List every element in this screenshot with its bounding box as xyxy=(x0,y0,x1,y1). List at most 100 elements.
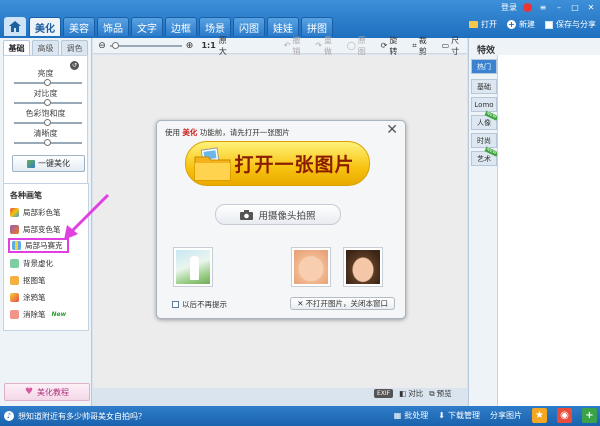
star-icon[interactable]: ★ xyxy=(532,408,547,423)
open-button[interactable]: 打开 xyxy=(469,19,497,30)
size-button[interactable]: ▭ 尺寸 xyxy=(442,35,467,57)
maximize-icon[interactable]: □ xyxy=(570,3,580,13)
pen-eraser[interactable]: 消除笔 New xyxy=(10,308,66,321)
exif-badge[interactable]: EXIF xyxy=(374,389,394,398)
tab-scene[interactable]: 场景 xyxy=(199,17,231,36)
add-icon[interactable]: + xyxy=(582,408,597,423)
magic-icon xyxy=(27,159,35,168)
wedding-photo xyxy=(176,250,210,284)
slider-knob[interactable] xyxy=(44,79,51,86)
share-image-button[interactable]: 分享图片 xyxy=(490,410,522,421)
girl-photo xyxy=(346,250,380,284)
close-without-opening-button[interactable]: ✕ 不打开图片，关闭本窗口 xyxy=(290,297,395,310)
subtab-basic[interactable]: 基础 xyxy=(3,40,30,55)
brightness-slider[interactable] xyxy=(14,79,82,86)
pen-doodle[interactable]: 涂鸦笔 xyxy=(10,291,46,304)
slider-knob[interactable] xyxy=(44,139,51,146)
home-button[interactable] xyxy=(4,17,26,36)
weibo-icon[interactable] xyxy=(523,3,532,12)
cutout-pen-icon xyxy=(10,276,19,285)
subtab-color[interactable]: 调色 xyxy=(61,40,88,55)
image-icon: ◯ xyxy=(346,41,356,50)
dont-show-again-option[interactable]: 以后不再提示 xyxy=(172,299,227,310)
tab-collage[interactable]: 拼图 xyxy=(301,17,333,36)
one-key-beautify-button[interactable]: 一键美化 xyxy=(12,155,85,172)
download-manager-button[interactable]: ⬇ 下载管理 xyxy=(438,410,480,421)
camera-button[interactable]: 用摄像头拍照 xyxy=(215,204,341,225)
recent-photo-thumbnail[interactable] xyxy=(291,247,331,287)
save-share-button[interactable]: 保存与分享 xyxy=(545,19,596,30)
brightness-label: 亮度 xyxy=(37,69,54,78)
open-image-button[interactable]: 打开一张图片 xyxy=(185,141,370,186)
camera-icon xyxy=(240,209,254,220)
tab-doll[interactable]: 娃娃 xyxy=(267,17,299,36)
tab-frame[interactable]: 边框 xyxy=(165,17,197,36)
undo-button[interactable]: ↶ 撤销 xyxy=(284,35,309,57)
effects-tab-art[interactable]: 艺术 NEW xyxy=(471,146,499,166)
contrast-slider[interactable] xyxy=(14,99,82,106)
eraser-pen-icon xyxy=(10,310,19,319)
original-image-button[interactable]: ◯ 原图 xyxy=(347,35,374,57)
slider-knob[interactable] xyxy=(44,99,51,106)
dialog-close-icon[interactable]: ✕ xyxy=(386,122,398,138)
sharpness-label: 清晰度 xyxy=(33,129,58,138)
tab-beautify[interactable]: 美化 xyxy=(29,17,61,36)
crop-button[interactable]: ⌗ 裁剪 xyxy=(412,35,434,57)
recent-photo-thumbnail[interactable] xyxy=(173,247,213,287)
speaker-icon: ♪ xyxy=(4,411,14,421)
saturation-slider[interactable] xyxy=(14,119,82,126)
zoom-out-icon[interactable]: ⊖ xyxy=(97,41,107,51)
tab-flash[interactable]: 闪图 xyxy=(233,17,265,36)
crop-icon: ⌗ xyxy=(412,40,417,50)
blur-pen-icon xyxy=(10,259,19,268)
compare-button[interactable]: ◧ 对比 xyxy=(399,388,423,399)
effects-tab-hot[interactable]: 热门 xyxy=(471,59,497,74)
original-size-button[interactable]: 原大 xyxy=(219,35,235,57)
promo-message[interactable]: ♪ 想知道附近有多少帅哥美女自拍吗？ xyxy=(4,411,146,422)
dont-show-checkbox[interactable] xyxy=(172,301,179,308)
zoom-slider[interactable] xyxy=(109,41,182,49)
recent-photo-thumbnail[interactable] xyxy=(343,247,383,287)
tab-text[interactable]: 文字 xyxy=(131,17,163,36)
effects-tab-lomo[interactable]: Lomo xyxy=(471,97,497,112)
recolor-pen-icon xyxy=(10,225,19,234)
close-icon[interactable]: ✕ xyxy=(586,3,596,13)
preview-button[interactable]: ⧉ 预览 xyxy=(429,388,451,399)
adjust-panel: ↺ 亮度 对比度 色彩饱和度 清晰度 一键美化 xyxy=(3,55,88,185)
resize-icon: ▭ xyxy=(441,41,450,50)
home-icon xyxy=(9,21,21,32)
effects-tab-fashion[interactable]: 时尚 xyxy=(471,133,497,148)
heart-icon: ♥ xyxy=(24,387,34,397)
login-link[interactable]: 登录 xyxy=(501,2,517,13)
sharpness-slider[interactable] xyxy=(14,139,82,146)
menu-icon[interactable]: ≡ xyxy=(538,3,548,13)
redo-button[interactable]: ↷ 重做 xyxy=(315,35,340,57)
pen-background-blur[interactable]: 背景虚化 xyxy=(10,257,53,270)
effects-tab-basic[interactable]: 基础 xyxy=(471,79,497,94)
effects-list xyxy=(497,55,600,406)
ratio-button[interactable]: 1:1 xyxy=(201,41,215,50)
pen-local-color[interactable]: 局部彩色笔 xyxy=(10,206,61,219)
status-bar: ♪ 想知道附近有多少帅哥美女自拍吗？ ▦ 批处理 ⬇ 下载管理 分享图片 ★ ◉ + xyxy=(0,406,600,426)
minimize-icon[interactable]: – xyxy=(554,3,564,13)
rotate-button[interactable]: ⟳ 旋转 xyxy=(381,35,406,57)
weibo-icon[interactable]: ◉ xyxy=(557,408,572,423)
subtab-advanced[interactable]: 高级 xyxy=(32,40,59,55)
zoom-in-icon[interactable]: ⊕ xyxy=(185,41,195,51)
pen-local-recolor[interactable]: 局部变色笔 xyxy=(10,223,61,236)
canvas-footer: EXIF ◧ 对比 ⧉ 预览 xyxy=(374,388,452,399)
baby-photo xyxy=(294,250,328,284)
batch-process-button[interactable]: ▦ 批处理 xyxy=(394,410,429,421)
slider-knob[interactable] xyxy=(44,119,51,126)
tab-accessories[interactable]: 饰品 xyxy=(97,17,129,36)
zoom-knob[interactable] xyxy=(111,41,119,49)
pen-mosaic[interactable]: 局部马赛克 xyxy=(8,238,69,253)
redo-icon: ↷ xyxy=(315,41,322,50)
file-actions: 打开 + 新建 保存与分享 xyxy=(469,19,596,30)
tutorial-button[interactable]: ♥ 美化教程 xyxy=(4,383,90,401)
pens-title: 各种画笔 xyxy=(10,191,42,200)
pen-cutout[interactable]: 抠图笔 xyxy=(10,274,46,287)
effects-tab-portrait[interactable]: 人像 NEW xyxy=(471,110,499,130)
new-button[interactable]: + 新建 xyxy=(507,19,535,30)
tab-beauty[interactable]: 美容 xyxy=(63,17,95,36)
